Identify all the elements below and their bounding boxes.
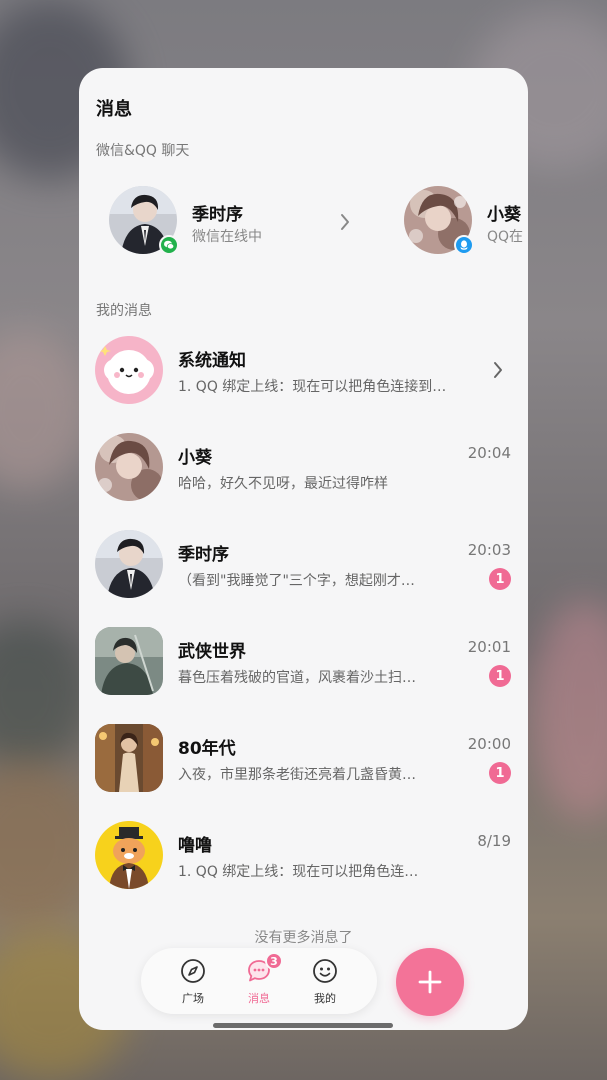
message-preview: 入夜，市里那条老街还亮着几盏昏黄… xyxy=(178,767,416,783)
message-row[interactable]: 小葵 哈哈，好久不见呀，最近过得咋样 20:04 xyxy=(79,433,528,513)
wechat-icon xyxy=(159,235,179,255)
messages-panel: 消息 微信&QQ 聊天 季时序 微信在线中 小葵 QQ在 我的消息 系统通知 1… xyxy=(79,68,528,1030)
tab-unread-badge: 3 xyxy=(265,952,283,970)
message-time: 20:00 xyxy=(467,735,511,753)
unread-badge: 1 xyxy=(489,665,511,687)
message-time: 20:03 xyxy=(467,541,511,559)
avatar xyxy=(95,530,163,598)
tab-messages[interactable]: 3 消息 xyxy=(229,952,289,1008)
unread-badge: 1 xyxy=(489,762,511,784)
message-preview: 哈哈，好久不见呀，最近过得咋样 xyxy=(178,476,388,492)
message-name: 季时序 xyxy=(178,545,229,565)
avatar xyxy=(95,821,163,889)
end-of-list-text: 没有更多消息了 xyxy=(254,930,353,946)
linked-chat-wechat[interactable]: 季时序 微信在线中 xyxy=(109,186,369,258)
message-row[interactable]: 80年代 入夜，市里那条老街还亮着几盏昏黄… 20:00 1 xyxy=(79,724,528,804)
tab-mine[interactable]: 我的 xyxy=(295,958,355,1008)
message-preview: 1. QQ 绑定上线：现在可以把角色连… xyxy=(178,864,419,880)
avatar xyxy=(95,627,163,695)
message-preview: （看到"我睡觉了"三个字，想起刚才… xyxy=(178,573,415,589)
tab-label: 广场 xyxy=(182,992,204,1005)
message-preview: 暮色压着残破的官道，风裹着沙土扫… xyxy=(178,670,416,686)
plus-icon xyxy=(418,970,442,994)
linked-chat-qq[interactable]: 小葵 QQ在 xyxy=(404,186,528,258)
message-row-system-notice[interactable]: 系统通知 1. QQ 绑定上线：现在可以把角色连接到… xyxy=(79,336,528,416)
linked-chat-name: 小葵 xyxy=(487,205,521,225)
linked-chat-status: QQ在 xyxy=(487,229,524,245)
message-row[interactable]: 噜噜 1. QQ 绑定上线：现在可以把角色连… 8/19 xyxy=(79,821,528,901)
linked-chat-status: 微信在线中 xyxy=(192,229,262,245)
avatar xyxy=(95,433,163,501)
chevron-right-icon xyxy=(492,360,504,380)
message-time: 20:01 xyxy=(467,638,511,656)
add-button[interactable] xyxy=(396,948,464,1016)
unread-badge: 1 xyxy=(489,568,511,590)
qq-icon xyxy=(454,235,474,255)
message-preview: 1. QQ 绑定上线：现在可以把角色连接到… xyxy=(178,379,447,395)
message-row[interactable]: 武侠世界 暮色压着残破的官道，风裹着沙土扫… 20:01 1 xyxy=(79,627,528,707)
chevron-right-icon xyxy=(339,212,351,232)
message-name: 噜噜 xyxy=(178,836,212,856)
page-title: 消息 xyxy=(96,99,132,120)
message-name: 80年代 xyxy=(178,739,236,759)
tab-label: 我的 xyxy=(314,992,336,1005)
message-name: 系统通知 xyxy=(178,351,246,371)
linked-chats-row: 季时序 微信在线中 小葵 QQ在 xyxy=(79,186,528,258)
avatar xyxy=(95,724,163,792)
avatar xyxy=(95,336,163,404)
tab-square[interactable]: 广场 xyxy=(163,958,223,1008)
compass-icon xyxy=(180,958,206,984)
tab-label: 消息 xyxy=(248,992,270,1005)
message-row[interactable]: 季时序 （看到"我睡觉了"三个字，想起刚才… 20:03 1 xyxy=(79,530,528,610)
home-indicator xyxy=(213,1023,393,1028)
message-name: 武侠世界 xyxy=(178,642,246,662)
my-messages-label: 我的消息 xyxy=(96,303,152,319)
linked-chat-name: 季时序 xyxy=(192,205,243,225)
smiley-icon xyxy=(312,958,338,984)
message-time: 20:04 xyxy=(467,444,511,462)
linked-chats-label: 微信&QQ 聊天 xyxy=(96,143,190,159)
message-name: 小葵 xyxy=(178,448,212,468)
bottom-tab-bar: 广场 3 消息 我的 xyxy=(141,948,377,1014)
message-time: 8/19 xyxy=(477,832,511,850)
